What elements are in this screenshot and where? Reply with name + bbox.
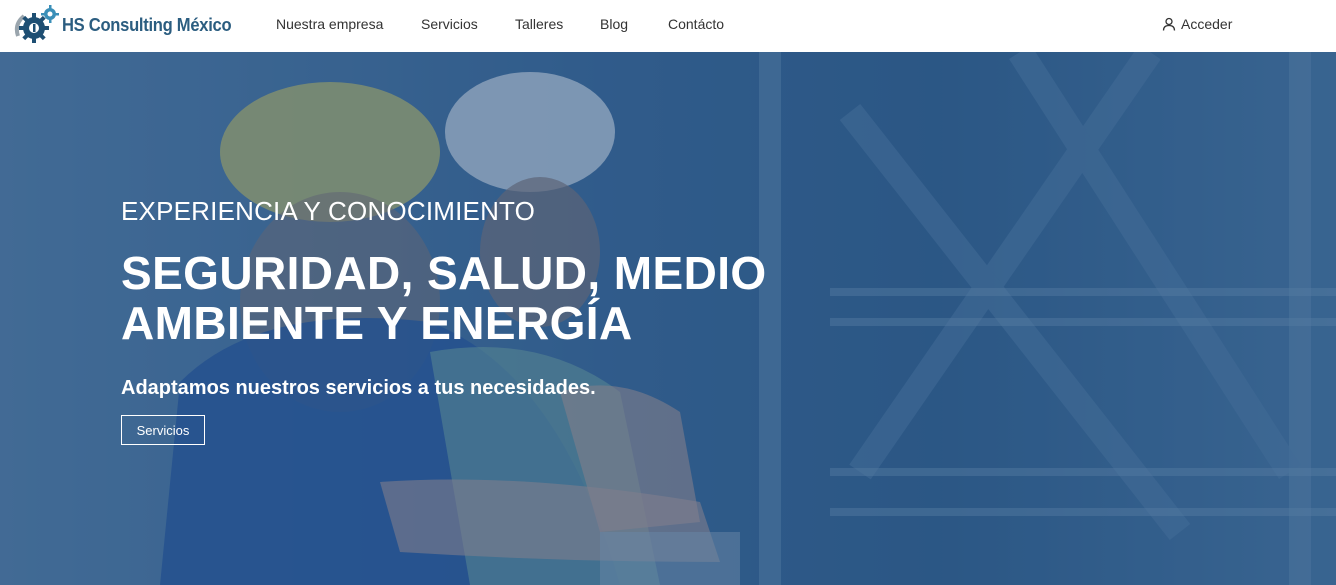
hero-headline-line-1: SEGURIDAD, SALUD, MEDIO [121,247,767,299]
nav-item-contacto[interactable]: Contácto [668,16,724,32]
login-label: Acceder [1181,16,1233,32]
hero-banner: EXPERIENCIA Y CONOCIMIENTO SEGURIDAD, SA… [0,52,1336,585]
user-icon [1162,17,1176,31]
brand-logo[interactable]: HS Consulting México [12,2,246,48]
gear-logo-icon [14,5,59,43]
hero-headline: SEGURIDAD, SALUD, MEDIO AMBIENTE Y ENERG… [121,248,821,348]
nav-item-blog[interactable]: Blog [600,16,628,32]
nav-item-nuestra-empresa[interactable]: Nuestra empresa [276,16,383,32]
hero-kicker: EXPERIENCIA Y CONOCIMIENTO [121,196,536,226]
hero-headline-line-2: AMBIENTE Y ENERGÍA [121,297,633,349]
nav-item-talleres[interactable]: Talleres [515,16,563,32]
login-link[interactable]: Acceder [1162,0,1232,48]
nav-item-servicios[interactable]: Servicios [421,16,478,32]
brand-name: HS Consulting México [62,14,232,35]
top-navbar: HS Consulting México Nuestra empresa Ser… [0,0,1336,52]
hero-subline: Adaptamos nuestros servicios a tus neces… [121,377,596,399]
services-button[interactable]: Servicios [121,415,205,445]
